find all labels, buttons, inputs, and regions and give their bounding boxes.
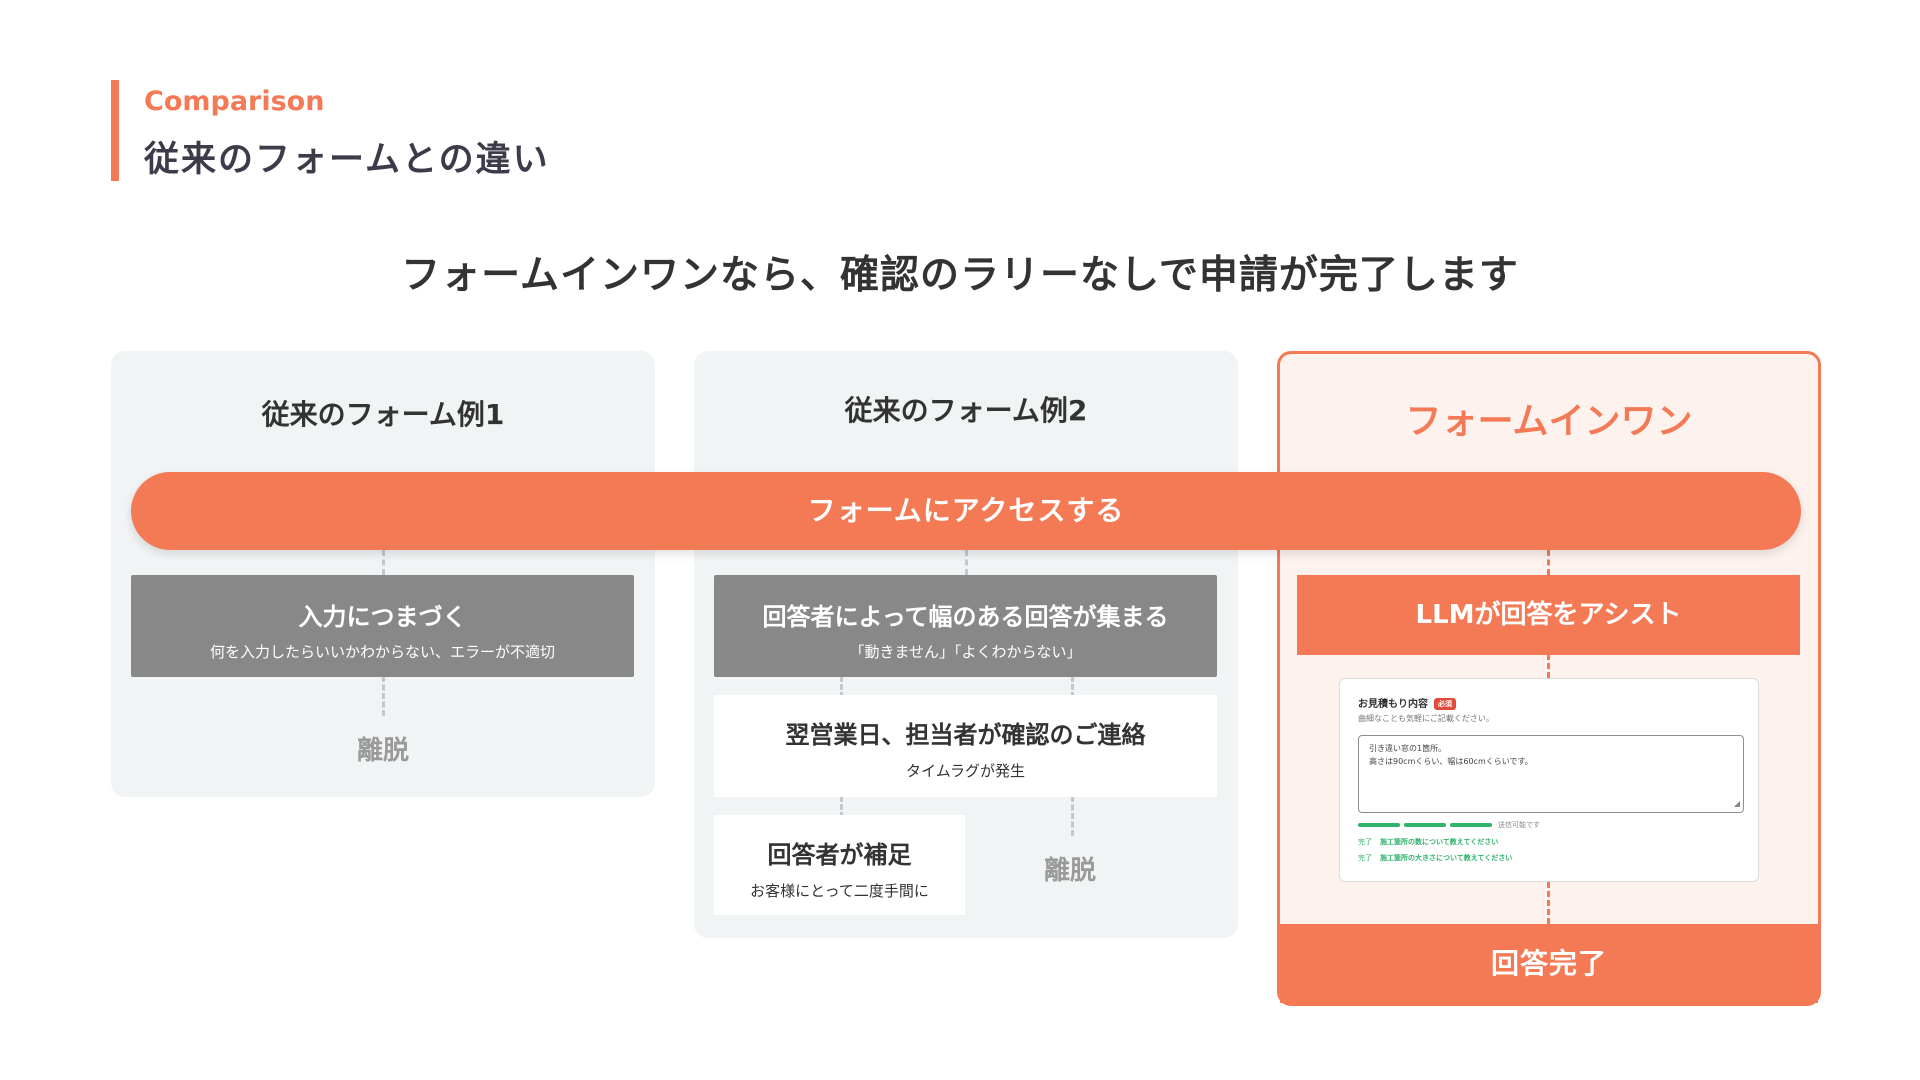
connector: [1071, 796, 1074, 836]
check-tag: 完了: [1358, 854, 1372, 862]
progress-segment: [1358, 823, 1400, 827]
check-text: 施工箇所の大きさについて教えてください: [1380, 854, 1513, 862]
connector: [382, 676, 385, 716]
step-main-text: 入力につまづく: [298, 603, 467, 631]
connector: [1547, 654, 1550, 678]
step-llm-assist: LLMが回答をアシスト: [1297, 575, 1800, 655]
step-sub-text: お客様にとって二度手間に: [750, 882, 929, 900]
step-sub-text: タイムラグが発生: [906, 762, 1025, 780]
step-respondent-supplement: 回答者が補足 お客様にとって二度手間に: [714, 815, 965, 915]
step-answer-complete: 回答完了: [1280, 924, 1818, 1003]
field-hint: 曲細なことも気軽にご記載ください。: [1358, 714, 1494, 723]
answer-textarea[interactable]: 引き違い窓の1箇所。 高さは90cmくらい、幅は60cmくらいです。 ◢: [1358, 735, 1744, 813]
progress-segment: [1404, 823, 1446, 827]
field-label-text: お見積もり内容: [1358, 699, 1428, 710]
exit-label: 離脱: [356, 736, 409, 766]
check-tag: 完了: [1358, 838, 1372, 846]
step-sub-text: 「動きません」「よくわからない」: [849, 643, 1082, 661]
check-text: 施工箇所の数について教えてください: [1380, 838, 1499, 846]
required-badge: 必須: [1434, 698, 1456, 710]
panel-title: 従来のフォーム例1: [261, 398, 505, 431]
step-main-text: 回答者が補足: [767, 841, 912, 869]
exit-label: 離脱: [1043, 856, 1096, 886]
panel-title: 従来のフォーム例2: [844, 394, 1088, 427]
answer-line: 高さは90cmくらい、幅は60cmくらいです。: [1369, 757, 1533, 766]
form-mockup: お見積もり内容 必須 曲細なことも気軽にご記載ください。 引き違い窓の1箇所。 高…: [1339, 678, 1759, 882]
step-sub-text: 何を入力したらいいかわからない、エラーが不適切: [209, 643, 555, 661]
connector: [1547, 882, 1550, 924]
connector: [1547, 550, 1550, 575]
progress-segment: [1450, 823, 1492, 827]
section-eyebrow: Comparison: [144, 86, 325, 117]
connector: [965, 550, 968, 575]
panel-title: フォームインワン: [1405, 401, 1693, 442]
check-item: 完了 施工箇所の数について教えてください: [1358, 837, 1498, 847]
answer-line: 引き違い窓の1箇所。: [1369, 744, 1447, 753]
step-stumble: 入力につまづく 何を入力したらいいかわからない、エラーが不適切: [131, 575, 634, 677]
section-title: 従来のフォームとの違い: [144, 140, 550, 180]
step-main-text: 翌営業日、担当者が確認のご連絡: [785, 721, 1146, 749]
submit-status: 送信可能です: [1498, 821, 1540, 829]
section-header: Comparison 従来のフォームとの違い: [111, 80, 550, 181]
field-label: お見積もり内容 必須: [1358, 695, 1456, 710]
resize-grip-icon[interactable]: ◢: [1734, 797, 1740, 810]
check-item: 完了 施工箇所の大きさについて教えてください: [1358, 853, 1512, 863]
access-form-bar: フォームにアクセスする: [131, 472, 1801, 550]
step-staff-contact: 翌営業日、担当者が確認のご連絡 タイムラグが発生: [714, 695, 1217, 797]
step-main-text: 回答者によって幅のある回答が集まる: [762, 603, 1169, 631]
headline: フォームインワンなら、確認のラリーなしで申請が完了します: [401, 253, 1519, 298]
connector: [382, 550, 385, 575]
step-varied-answers: 回答者によって幅のある回答が集まる 「動きません」「よくわからない」: [714, 575, 1217, 677]
